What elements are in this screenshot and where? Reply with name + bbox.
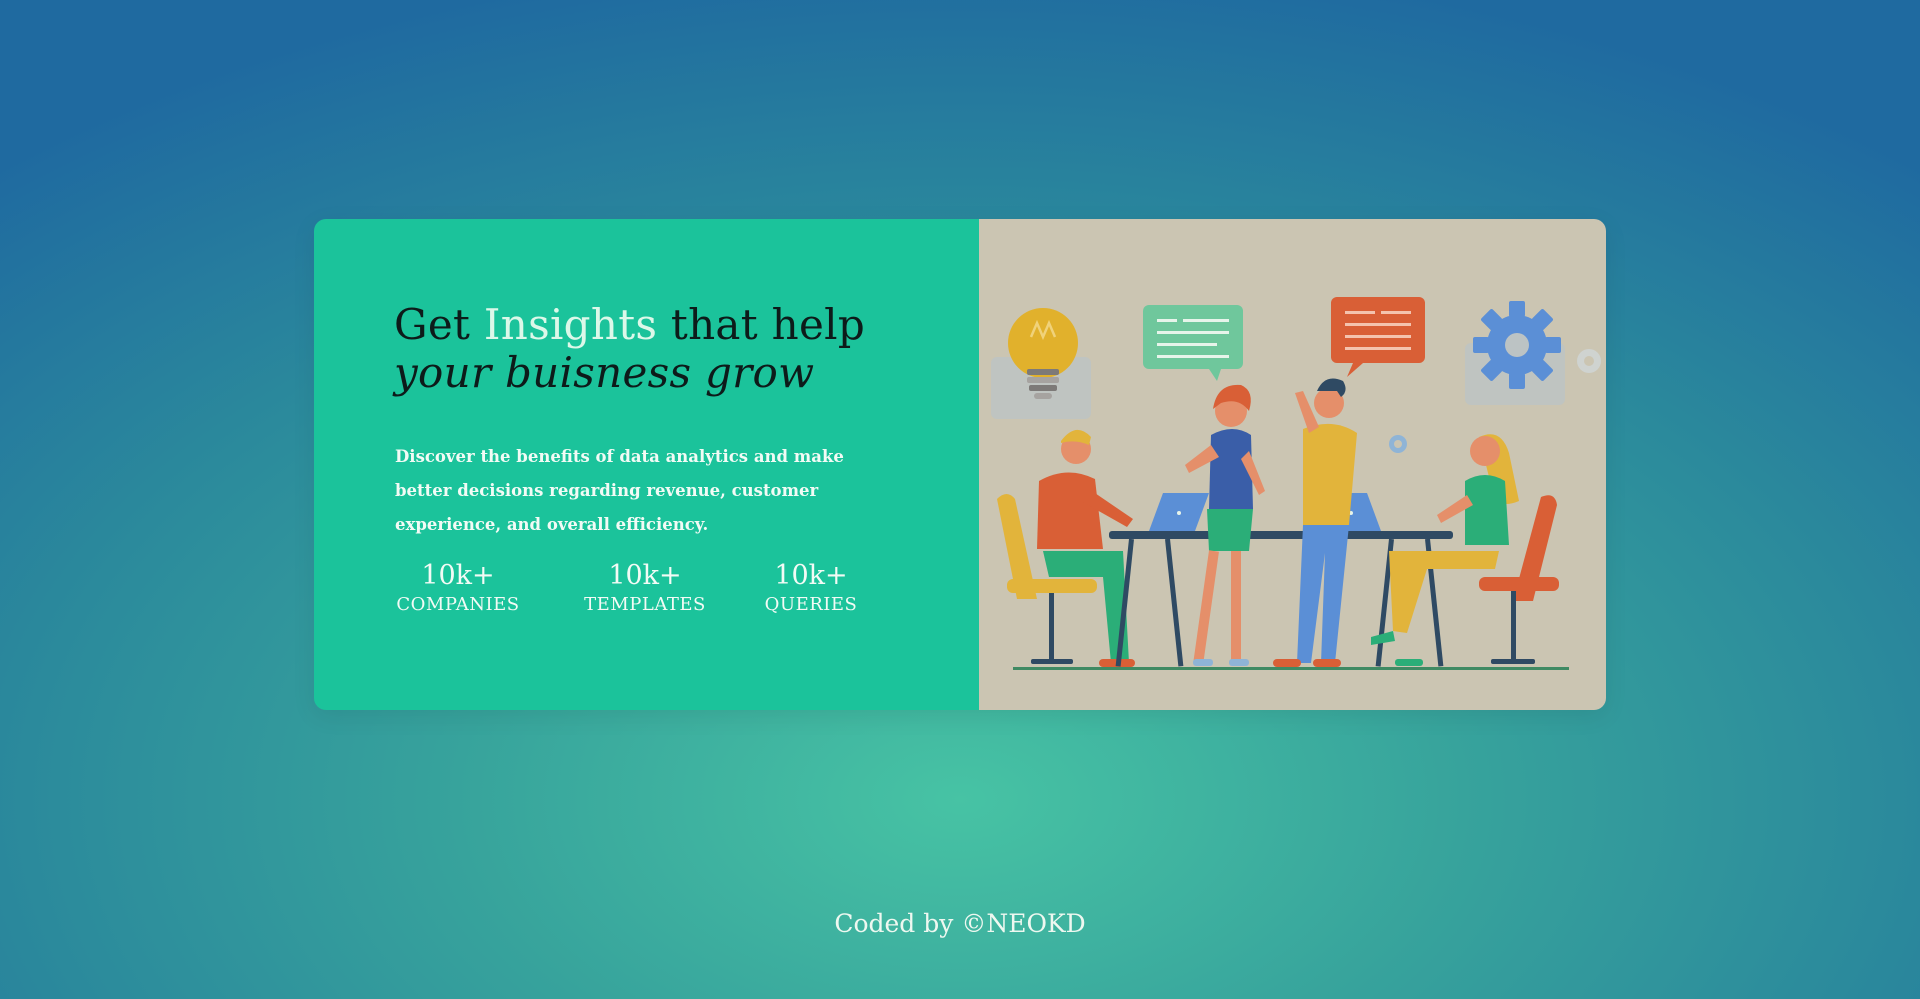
headline-line2: your buisness grow [394,348,815,397]
stat-value: 10k+ [608,560,682,591]
headline-accent: Insights [483,300,658,349]
headline: Get Insights that help your buisness grow [394,301,914,397]
stat-label: QUERIES [764,594,858,615]
person [1371,434,1519,666]
description: Discover the benefits of data analytics … [395,447,844,534]
stat-templates: 10k+ TEMPLATES [582,559,708,617]
headline-prefix: Get [394,300,471,349]
table [1109,531,1453,539]
gear-icon [1577,349,1601,373]
headline-suffix: that help [670,300,866,349]
floor-line [1013,667,1569,670]
laptop [1149,493,1209,531]
team-illustration-panel [979,219,1606,710]
stat-value: 10k+ [774,560,848,591]
chat-bubble-icon [1331,297,1425,377]
stats-row: 10k+ COMPANIES 10k+ TEMPLATES 10k+ QUERI… [394,559,894,629]
gear-icon [1473,301,1561,389]
gear-icon [1389,435,1407,453]
stat-queries: 10k+ QUERIES [763,559,859,617]
team-illustration [991,297,1601,670]
card-text-panel: Get Insights that help your buisness grow… [314,219,979,710]
stat-companies: 10k+ COMPANIES [394,559,522,617]
stat-value: 10k+ [421,560,495,591]
footer-credit: Coded by ©NEOKD [834,909,1086,938]
insights-card: Get Insights that help your buisness grow… [314,219,1606,710]
stat-label: COMPANIES [396,594,520,615]
person [1273,378,1357,667]
stat-label: TEMPLATES [584,594,706,615]
chat-bubble-icon [1143,305,1243,381]
